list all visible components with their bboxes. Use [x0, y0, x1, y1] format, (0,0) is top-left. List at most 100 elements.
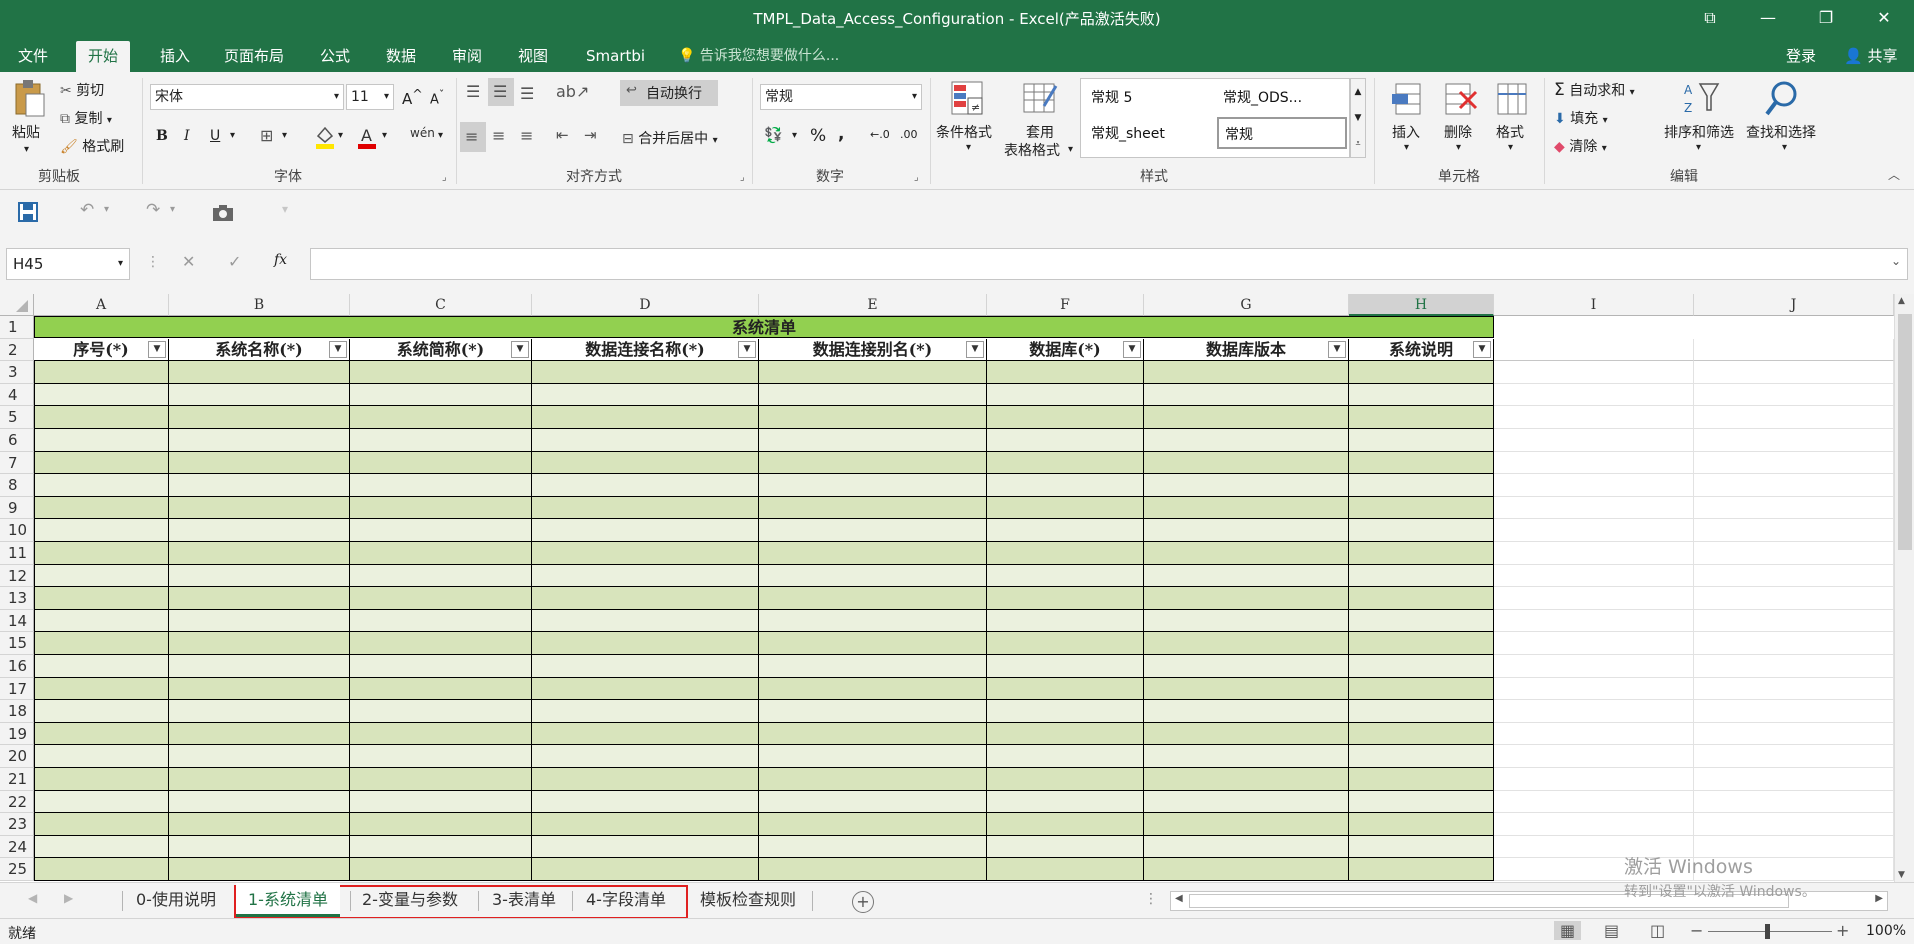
table-cell[interactable]	[532, 700, 759, 723]
empty-cell[interactable]	[1694, 361, 1894, 384]
table-header-cell[interactable]: 数据连接名称(*) ▼	[532, 338, 759, 362]
empty-cell[interactable]	[1494, 496, 1694, 520]
fill-button[interactable]: ⬇ 填充 ▾	[1554, 108, 1608, 128]
table-cell[interactable]	[169, 383, 350, 407]
format-cells-icon[interactable]	[1494, 80, 1530, 120]
table-cell[interactable]	[350, 790, 532, 814]
italic-button[interactable]: I	[184, 128, 190, 144]
table-cell[interactable]	[532, 632, 759, 655]
table-cell[interactable]	[350, 609, 532, 633]
filter-dropdown-icon[interactable]: ▼	[1328, 340, 1346, 358]
table-cell[interactable]	[34, 813, 169, 836]
empty-cell[interactable]	[1494, 519, 1694, 542]
percent-button[interactable]: %	[810, 126, 826, 146]
table-cell[interactable]	[1144, 858, 1349, 881]
table-cell[interactable]	[1349, 451, 1494, 475]
table-cell[interactable]	[532, 858, 759, 881]
table-cell[interactable]	[987, 564, 1144, 588]
table-cell[interactable]	[759, 790, 987, 814]
empty-cell[interactable]	[1494, 813, 1694, 836]
table-header-cell[interactable]: 系统简称(*) ▼	[350, 338, 532, 362]
table-cell[interactable]	[34, 361, 169, 384]
restore-button[interactable]: ❐	[1806, 4, 1846, 32]
table-cell[interactable]	[169, 835, 350, 859]
insert-cells-label[interactable]: 插入	[1392, 122, 1420, 142]
customize-qat-icon[interactable]: ▾	[282, 202, 288, 216]
dialog-launcher-icon[interactable]: ⌟	[914, 172, 919, 183]
table-cell[interactable]	[759, 406, 987, 429]
table-cell[interactable]	[759, 609, 987, 633]
next-sheet-icon[interactable]: ▶	[64, 891, 73, 905]
copy-button[interactable]: ⧉ 复制 ▾	[60, 108, 112, 128]
table-cell[interactable]	[34, 564, 169, 588]
table-cell[interactable]	[987, 609, 1144, 633]
dialog-launcher-icon[interactable]: ⌟	[442, 172, 447, 183]
zoom-slider[interactable]	[1708, 931, 1832, 932]
table-cell[interactable]	[987, 496, 1144, 520]
login-link[interactable]: 登录	[1774, 41, 1828, 72]
increase-decimal-icon[interactable]: ←.0	[870, 128, 890, 141]
row-header[interactable]: 11	[0, 542, 34, 565]
table-cell[interactable]	[169, 564, 350, 588]
table-cell[interactable]	[532, 429, 759, 452]
empty-cell[interactable]	[1694, 451, 1894, 475]
column-header[interactable]: G	[1144, 294, 1349, 316]
table-cell[interactable]	[532, 519, 759, 542]
table-cell[interactable]	[350, 587, 532, 610]
table-cell[interactable]	[34, 700, 169, 723]
table-cell[interactable]	[759, 700, 987, 723]
row-header[interactable]: 17	[0, 677, 34, 701]
zoom-in-icon[interactable]: +	[1836, 921, 1849, 940]
table-cell[interactable]	[987, 677, 1144, 701]
filter-dropdown-icon[interactable]: ▼	[511, 340, 529, 358]
empty-cell[interactable]	[1694, 745, 1894, 768]
table-cell[interactable]	[759, 542, 987, 565]
table-cell[interactable]	[987, 406, 1144, 429]
table-cell[interactable]	[169, 768, 350, 791]
table-cell[interactable]	[532, 609, 759, 633]
table-cell[interactable]	[759, 564, 987, 588]
table-cell[interactable]	[1349, 474, 1494, 497]
tab-home[interactable]: 开始	[76, 41, 131, 72]
table-cell[interactable]	[759, 474, 987, 497]
table-cell[interactable]	[350, 429, 532, 452]
chevron-down-icon[interactable]: ▾	[1696, 142, 1701, 153]
empty-cell[interactable]	[1694, 496, 1894, 520]
table-cell[interactable]	[532, 496, 759, 520]
table-cell[interactable]	[34, 745, 169, 768]
decrease-decimal-button[interactable]: .00	[900, 128, 918, 141]
table-cell[interactable]	[532, 835, 759, 859]
table-cell[interactable]	[169, 587, 350, 610]
chevron-up-icon[interactable]: ▲	[1898, 296, 1905, 306]
table-cell[interactable]	[1144, 429, 1349, 452]
increase-indent-icon[interactable]: ⇥	[584, 126, 597, 144]
chevron-down-icon[interactable]: ▾	[1404, 142, 1409, 153]
row-header[interactable]: 16	[0, 655, 34, 678]
insert-function-button[interactable]: fx	[274, 252, 287, 268]
table-cell[interactable]	[350, 677, 532, 701]
empty-cell[interactable]	[1494, 609, 1694, 633]
camera-icon[interactable]	[212, 204, 234, 222]
table-cell[interactable]	[34, 406, 169, 429]
empty-cell[interactable]	[1694, 700, 1894, 723]
close-button[interactable]: ✕	[1864, 4, 1904, 32]
table-cell[interactable]	[34, 383, 169, 407]
table-cell[interactable]	[34, 542, 169, 565]
table-cell[interactable]	[987, 632, 1144, 655]
table-cell[interactable]	[1144, 745, 1349, 768]
align-left-icon[interactable]: ≡	[460, 122, 486, 152]
table-cell[interactable]	[532, 745, 759, 768]
table-header-cell[interactable]: 数据库版本 ▼	[1144, 338, 1349, 362]
table-cell[interactable]	[532, 813, 759, 836]
table-cell[interactable]	[987, 429, 1144, 452]
table-cell[interactable]	[532, 361, 759, 384]
table-cell[interactable]	[532, 542, 759, 565]
table-cell[interactable]	[34, 768, 169, 791]
find-select-label[interactable]: 查找和选择	[1746, 122, 1816, 142]
table-cell[interactable]	[1349, 835, 1494, 859]
empty-cell[interactable]	[1494, 700, 1694, 723]
table-cell[interactable]	[532, 677, 759, 701]
table-cell[interactable]	[350, 700, 532, 723]
chevron-down-icon[interactable]: ▾	[1456, 142, 1461, 153]
empty-cell[interactable]	[1694, 542, 1894, 565]
